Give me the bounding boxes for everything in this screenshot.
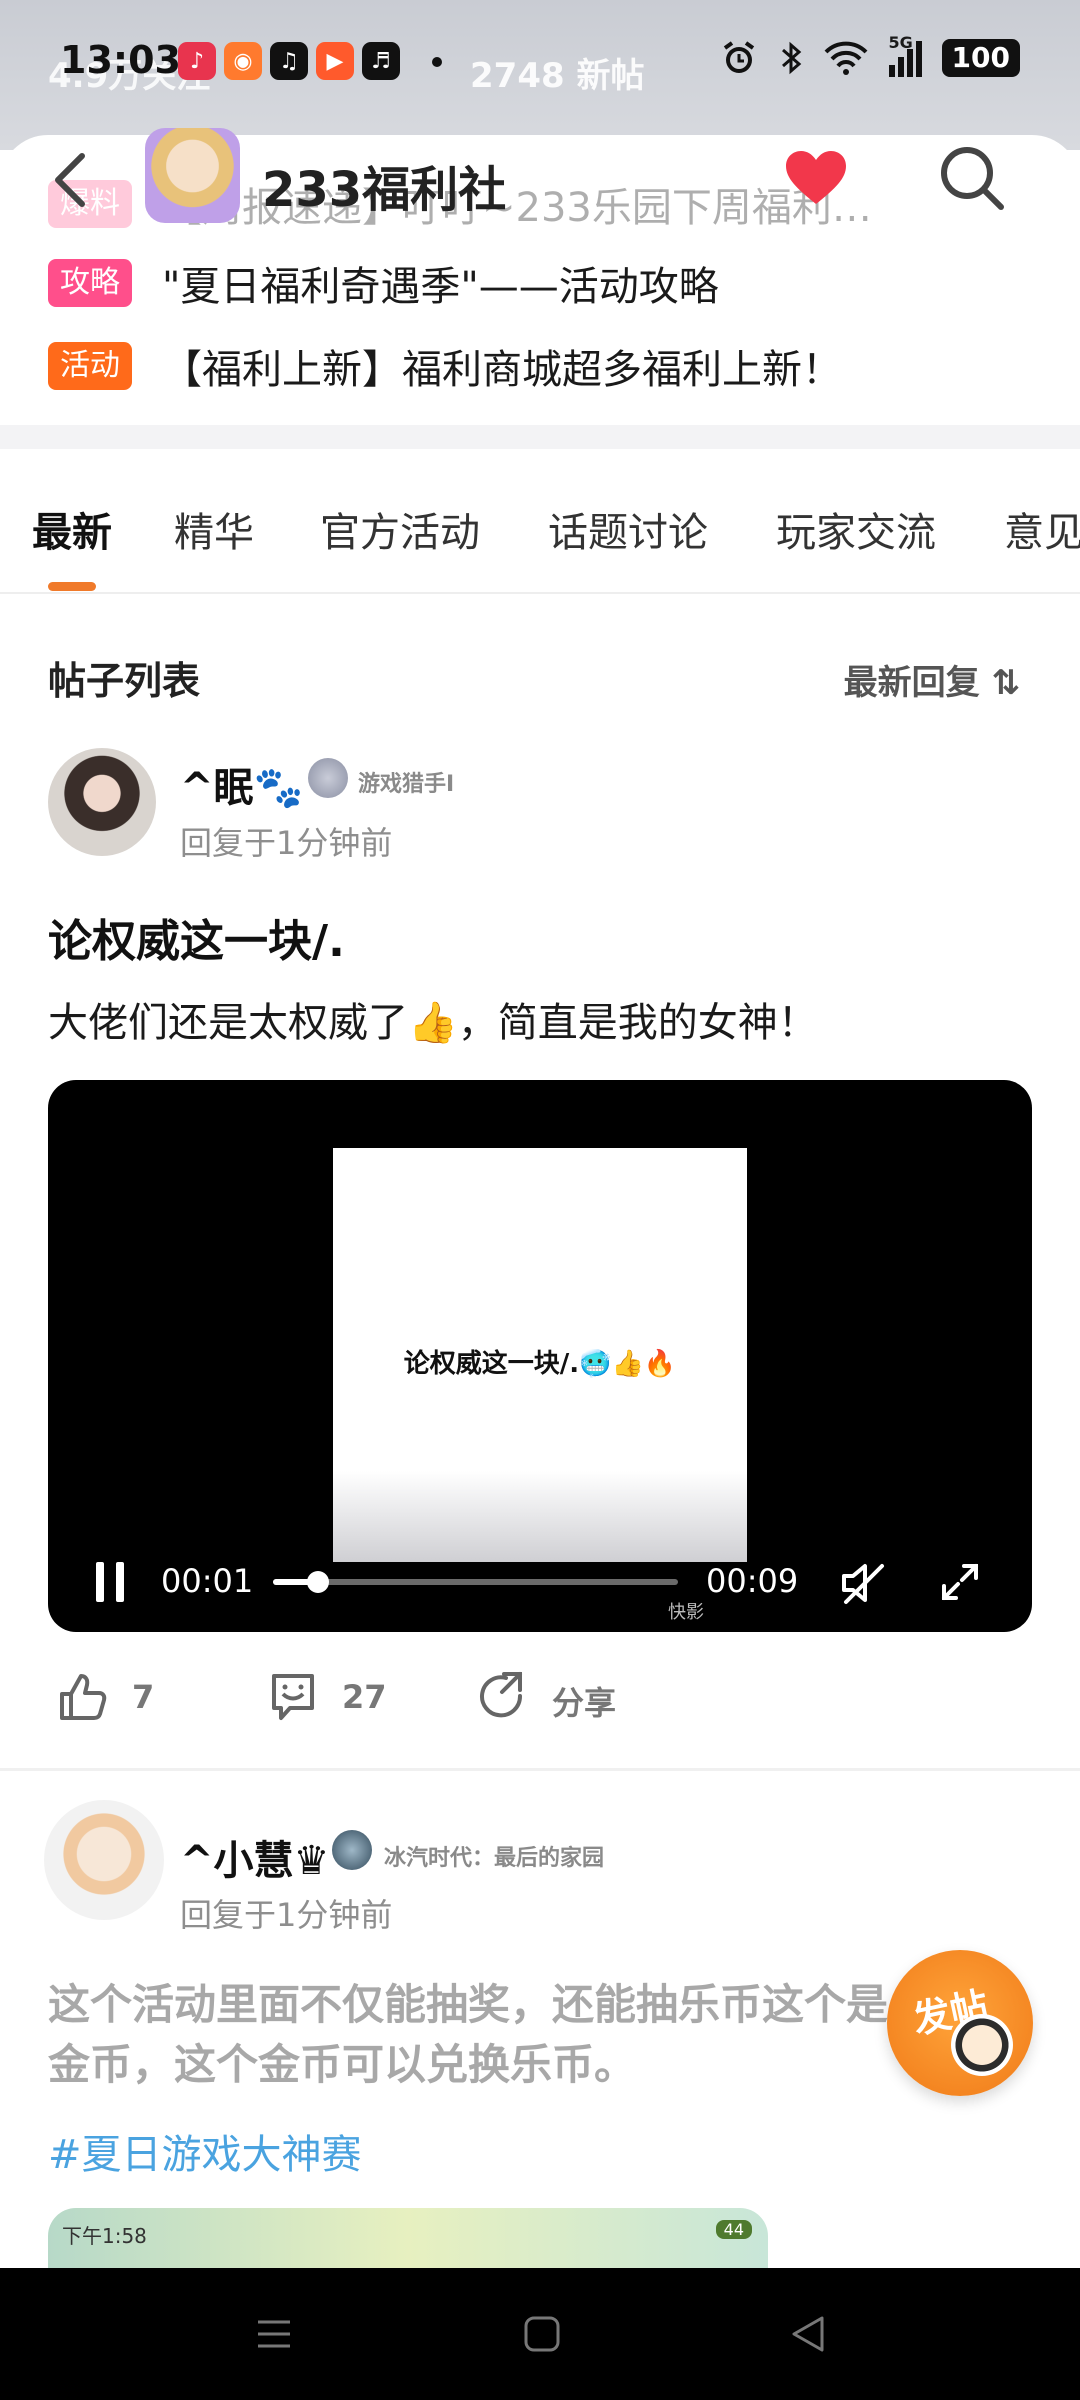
video-caption: 论权威这一块/.🥶👍🔥 bbox=[403, 1349, 677, 1379]
comment-count: 27 bbox=[342, 1678, 387, 1716]
like-count: 7 bbox=[132, 1678, 155, 1716]
post-body[interactable]: 这个活动里面不仅能抽奖，还能抽乐币这个是金币，这个金币可以兑换乐币。 bbox=[48, 1975, 928, 2095]
thumbnail-battery: 44 bbox=[715, 2220, 752, 2239]
back-arrow-icon[interactable] bbox=[48, 150, 92, 210]
post-list-title: 帖子列表 bbox=[48, 659, 201, 703]
notice-tag: 攻略 bbox=[48, 259, 132, 307]
thumbnail-time: 下午1:58 bbox=[62, 2224, 147, 2248]
notice-text: 【福利上新】福利商城超多福利上新！ bbox=[162, 347, 842, 393]
signal-icon: 5G bbox=[888, 33, 922, 77]
status-time: 13:03 bbox=[60, 38, 181, 82]
post-separator bbox=[0, 1768, 1080, 1771]
share-label[interactable]: 分享 bbox=[552, 1678, 616, 1724]
status-bar: 4.9万关注 2748 新帖 13:03 ♪ ◉ ♫ ▶ ♬ 5G 100 bbox=[0, 0, 1080, 130]
notice-row[interactable]: 活动 【福利上新】福利商城超多福利上新！ bbox=[48, 337, 842, 395]
hashtag-link[interactable]: #夏日游戏大神赛 bbox=[48, 2122, 362, 2180]
notice-text: "夏日福利奇遇季"——活动攻略 bbox=[162, 264, 719, 310]
search-icon[interactable] bbox=[935, 143, 1007, 215]
tab-divider bbox=[0, 592, 1080, 594]
system-navigation-bar bbox=[0, 2268, 1080, 2400]
tab-featured[interactable]: 精华 bbox=[174, 500, 254, 558]
video-frame: 论权威这一块/.🥶👍🔥 bbox=[333, 1148, 747, 1562]
tab-feedback[interactable]: 意见 bbox=[1004, 500, 1080, 558]
tab-topic-discussion[interactable]: 话题讨论 bbox=[548, 500, 708, 558]
battery-indicator: 100 bbox=[941, 39, 1020, 77]
new-post-button[interactable]: 发帖 bbox=[887, 1950, 1033, 2096]
post-image-thumbnail[interactable]: 下午1:58 44 bbox=[48, 2208, 768, 2268]
tiktok-icon: ♫ bbox=[270, 42, 308, 80]
sort-toggle[interactable]: 最新回复 ⇅ bbox=[844, 655, 1020, 704]
section-separator bbox=[0, 425, 1080, 449]
post-body[interactable]: 大佬们还是太权威了👍，简直是我的女神！ bbox=[48, 990, 818, 1048]
menu-icon[interactable] bbox=[254, 2314, 294, 2354]
thumbs-up-icon[interactable] bbox=[56, 1670, 110, 1724]
heart-icon[interactable] bbox=[782, 148, 850, 208]
more-notifications-dot bbox=[432, 57, 442, 67]
category-tabs: 最新 精华 官方活动 话题讨论 玩家交流 意见 bbox=[0, 490, 1080, 590]
video-current-time: 00:01 bbox=[161, 1562, 254, 1600]
fullscreen-icon[interactable] bbox=[938, 1560, 982, 1604]
notice-tag: 活动 bbox=[48, 342, 132, 390]
comment-icon[interactable] bbox=[266, 1670, 320, 1724]
username[interactable]: ^眠🐾 bbox=[180, 755, 303, 813]
system-icons: 5G 100 bbox=[719, 33, 1020, 78]
alarm-icon bbox=[723, 41, 754, 73]
club-name: 233福利社 bbox=[262, 162, 507, 218]
user-badge: 冰汽时代：最后的家园 bbox=[384, 1846, 605, 1871]
music-player-icon: ♬ bbox=[362, 42, 400, 80]
video-total-time: 00:09 bbox=[706, 1562, 799, 1600]
video-app-icon: ▶ bbox=[316, 42, 354, 80]
pause-icon[interactable] bbox=[92, 1560, 128, 1604]
bluetooth-icon bbox=[781, 41, 801, 75]
avatar[interactable] bbox=[44, 1800, 164, 1920]
music-app-icon: ♪ bbox=[178, 42, 216, 80]
post-title[interactable]: 论权威这一块/. bbox=[48, 905, 345, 969]
badge-icon bbox=[332, 1830, 372, 1870]
video-player[interactable]: 论权威这一块/.🥶👍🔥 00:01 00:09 快影 bbox=[48, 1080, 1032, 1632]
wifi-icon bbox=[824, 41, 867, 75]
post-actions: 7 27 分享 bbox=[0, 1670, 1080, 1740]
video-progress-track[interactable] bbox=[273, 1579, 678, 1585]
reply-time: 回复于1分钟前 bbox=[180, 824, 393, 862]
network-type: 5G bbox=[888, 33, 913, 52]
username[interactable]: ^小慧♛ bbox=[180, 1828, 329, 1886]
tab-player-exchange[interactable]: 玩家交流 bbox=[776, 500, 936, 558]
reply-time: 回复于1分钟前 bbox=[180, 1896, 393, 1934]
tab-latest[interactable]: 最新 bbox=[32, 500, 112, 558]
user-badge: 游戏猎手Ⅰ bbox=[358, 772, 455, 797]
mascot-icon bbox=[951, 2014, 1013, 2076]
new-post-count: 2748 新帖 bbox=[470, 56, 645, 96]
video-watermark: 快影 bbox=[668, 1602, 704, 1623]
notification-app-icons: ♪ ◉ ♫ ▶ ♬ bbox=[178, 42, 400, 80]
back-nav-icon[interactable] bbox=[788, 2314, 828, 2354]
home-icon[interactable] bbox=[522, 2314, 562, 2354]
mute-icon[interactable] bbox=[838, 1558, 888, 1608]
tab-official-events[interactable]: 官方活动 bbox=[320, 500, 480, 558]
active-tab-indicator bbox=[48, 582, 96, 591]
grid-app-icon: ◉ bbox=[224, 42, 262, 80]
avatar[interactable] bbox=[48, 748, 156, 856]
video-progress-thumb[interactable] bbox=[306, 1571, 329, 1593]
notice-row[interactable]: 攻略 "夏日福利奇遇季"——活动攻略 bbox=[48, 254, 719, 312]
badge-icon bbox=[308, 758, 348, 798]
club-avatar[interactable] bbox=[145, 128, 240, 223]
share-icon[interactable] bbox=[476, 1670, 530, 1724]
